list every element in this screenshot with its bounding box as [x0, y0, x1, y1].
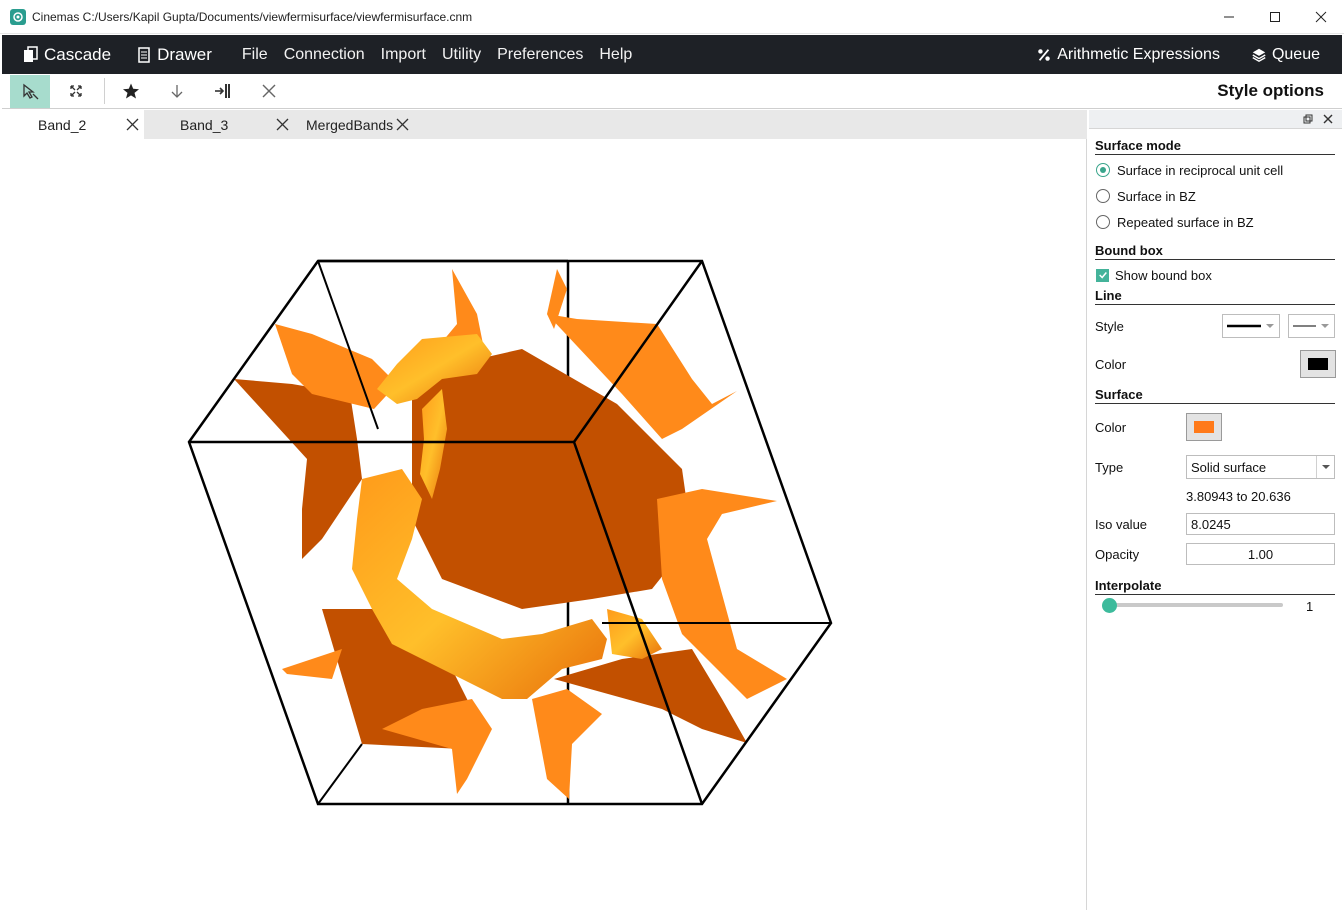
radio-button[interactable] [1096, 189, 1110, 203]
fit-view-button[interactable] [56, 75, 96, 108]
window-title: Cinemas C:/Users/Kapil Gupta/Documents/v… [32, 9, 473, 24]
opacity-row: Opacity 1.00 [1095, 540, 1342, 568]
fermi-surface-viewport[interactable] [2, 139, 1087, 910]
style-options-title: Style options [1217, 81, 1324, 100]
select-tool-button[interactable] [10, 74, 50, 108]
app-logo-icon [10, 8, 26, 25]
select-pointer-icon [23, 83, 39, 100]
menu-help[interactable]: Help [599, 46, 632, 64]
surface-type-row: Type Solid surface [1095, 450, 1342, 484]
tab-band-3[interactable]: Band_3 [144, 110, 294, 139]
bound-box-title: Bound box [1095, 243, 1335, 260]
line-width-select[interactable] [1222, 314, 1280, 338]
arrow-down-icon [171, 85, 183, 98]
line-style-row: Style [1095, 305, 1342, 347]
maximize-button[interactable] [1252, 0, 1298, 34]
checkmark-icon[interactable] [1096, 268, 1109, 282]
surface-color-row: Color [1095, 404, 1342, 450]
line-color-swatch [1308, 358, 1328, 370]
iso-value-row: Iso value 8.0245 [1095, 508, 1342, 540]
radio-button-checked[interactable] [1096, 163, 1110, 177]
layers-icon [1250, 46, 1268, 64]
interpolate-row: 1 [1095, 595, 1342, 617]
line-color-button[interactable] [1300, 350, 1336, 378]
line-color-row: Color [1095, 347, 1342, 381]
menu-file[interactable]: File [242, 46, 268, 64]
menu-utility[interactable]: Utility [442, 46, 481, 64]
move-down-button[interactable] [157, 75, 197, 108]
radio-surface-bz[interactable]: Surface in BZ [1096, 183, 1342, 209]
document-tabs: Band_2 Band_3 MergedBands [2, 110, 1087, 139]
surface-title: Surface [1095, 387, 1335, 404]
import-icon [215, 84, 230, 98]
close-window-button[interactable] [1298, 0, 1344, 34]
radio-repeated-surface-bz[interactable]: Repeated surface in BZ [1096, 209, 1342, 235]
surface-type-select[interactable]: Solid surface [1186, 455, 1335, 479]
line-title: Line [1095, 288, 1335, 305]
close-icon [262, 84, 276, 98]
menu-import[interactable]: Import [381, 46, 426, 64]
surface-color-swatch [1194, 421, 1214, 433]
minimize-button[interactable] [1206, 0, 1252, 34]
tab-band-2[interactable]: Band_2 [2, 110, 144, 139]
thick-line-chevron-icon [1227, 324, 1274, 328]
opacity-input[interactable]: 1.00 [1186, 543, 1335, 565]
expand-arrows-icon [70, 85, 82, 97]
iso-value-input[interactable]: 8.0245 [1186, 513, 1335, 535]
tab-merged-bands[interactable]: MergedBands [294, 110, 434, 139]
arithmetic-expressions-button[interactable]: Arithmetic Expressions [1035, 46, 1220, 64]
menu-bar: Cascade Drawer File Connection Import Ut… [2, 35, 1342, 74]
star-icon [123, 83, 139, 99]
menu-preferences[interactable]: Preferences [497, 46, 583, 64]
toolbar: Style options [2, 74, 1342, 109]
interpolate-value: 1 [1306, 598, 1314, 614]
toolbar-separator [104, 78, 105, 104]
drawer-icon [135, 46, 153, 64]
radio-button[interactable] [1096, 215, 1110, 229]
close-tab-icon[interactable] [125, 117, 140, 132]
interpolate-slider[interactable] [1109, 603, 1283, 607]
percent-icon [1035, 46, 1053, 64]
close-tab-icon[interactable] [395, 117, 410, 132]
cascade-button[interactable]: Cascade [22, 45, 111, 65]
fermi-surface-render [187, 259, 833, 806]
title-bar: Cinemas C:/Users/Kapil Gupta/Documents/v… [0, 0, 1344, 34]
close-tab-icon[interactable] [275, 117, 290, 132]
surface-mode-title: Surface mode [1095, 138, 1335, 155]
iso-range-text: 3.80943 to 20.636 [1186, 488, 1291, 504]
interpolate-title: Interpolate [1095, 578, 1335, 595]
line-dash-select[interactable] [1288, 314, 1335, 338]
interpolate-slider-handle[interactable] [1102, 598, 1117, 613]
solid-line-chevron-icon [1293, 324, 1329, 328]
remove-button[interactable] [249, 75, 289, 108]
import-button[interactable] [203, 75, 243, 108]
show-bound-box-checkbox[interactable]: Show bound box [1096, 262, 1342, 288]
float-panel-icon[interactable] [1302, 113, 1314, 125]
surface-color-button[interactable] [1186, 413, 1222, 441]
queue-button[interactable]: Queue [1250, 46, 1320, 64]
panel-header [1089, 110, 1342, 129]
menu-connection[interactable]: Connection [284, 46, 365, 64]
radio-reciprocal-cell[interactable]: Surface in reciprocal unit cell [1096, 157, 1342, 183]
iso-range-row: 3.80943 to 20.636 [1095, 484, 1342, 508]
style-options-panel: Surface mode Surface in reciprocal unit … [1089, 110, 1342, 910]
favorite-button[interactable] [111, 75, 151, 108]
drawer-button[interactable]: Drawer [135, 45, 212, 65]
close-panel-icon[interactable] [1322, 113, 1334, 125]
chevron-down-icon [1316, 456, 1334, 478]
cascade-icon [22, 45, 40, 64]
